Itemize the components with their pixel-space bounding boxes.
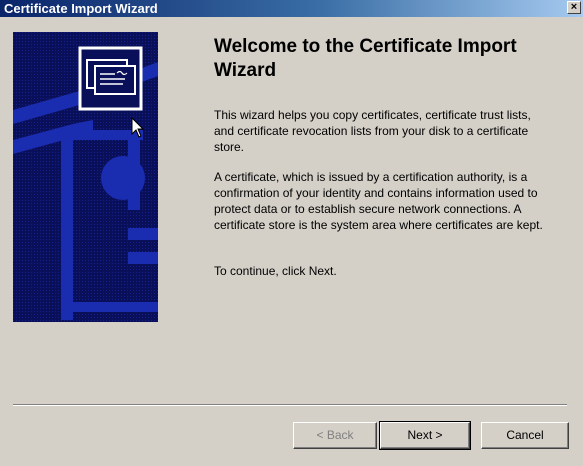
wizard-banner-image <box>13 32 158 322</box>
title-bar[interactable]: Certificate Import Wizard × <box>0 0 583 17</box>
close-button[interactable]: × <box>567 1 581 14</box>
mouse-pointer-icon <box>131 116 145 139</box>
certificate-import-wizard-window: Certificate Import Wizard × Welcome to t… <box>0 0 583 466</box>
continue-instruction: To continue, click Next. <box>214 264 337 278</box>
window-title: Certificate Import Wizard <box>4 1 158 16</box>
intro-paragraph: This wizard helps you copy certificates,… <box>214 108 531 154</box>
page-title: Welcome to the Certificate Import Wizard <box>214 36 517 81</box>
back-button[interactable]: < Back <box>293 422 377 449</box>
certificate-description-paragraph: A certificate, which is issued by a cert… <box>214 170 543 232</box>
cancel-button[interactable]: Cancel <box>481 422 569 449</box>
close-icon: × <box>570 1 578 13</box>
certificate-icon <box>78 46 143 111</box>
next-button[interactable]: Next > <box>379 421 471 450</box>
footer-divider <box>13 404 567 406</box>
